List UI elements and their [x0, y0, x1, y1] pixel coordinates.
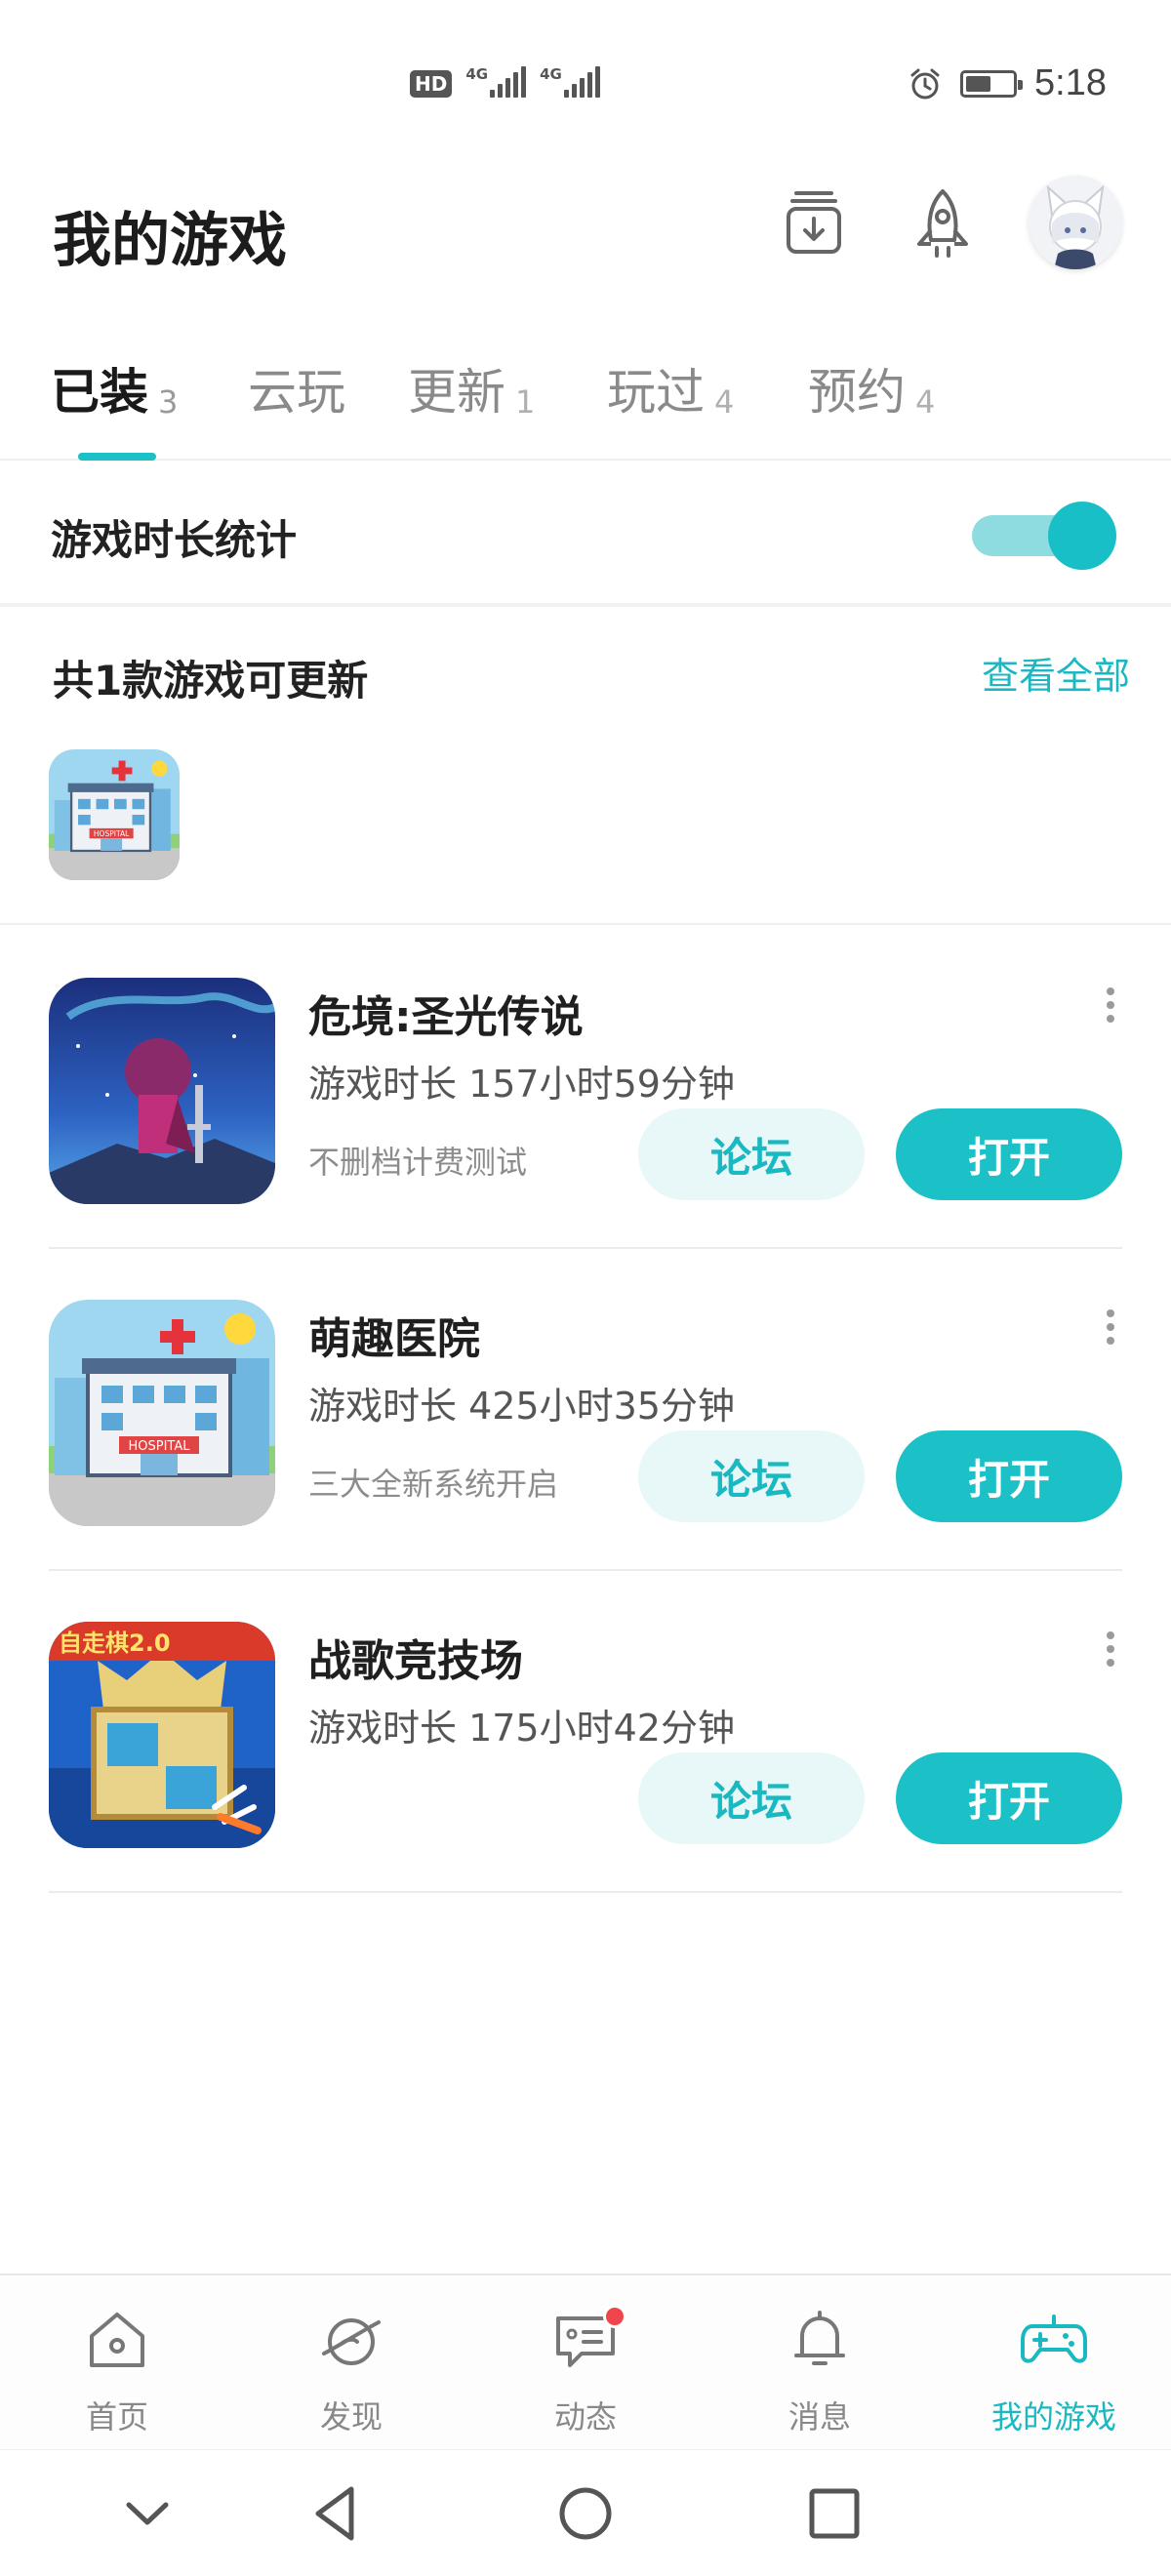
game-list-item[interactable]: HOSPITAL 萌趣医院 游戏时长 425小时35分钟 三大全新系统开启 论坛… [49, 1249, 1122, 1571]
adventure-game-icon [49, 978, 275, 1204]
page-title: 我的游戏 [53, 207, 287, 275]
game-list-item[interactable]: 危境:圣光传说 游戏时长 157小时59分钟 不删档计费测试 论坛 打开 [49, 927, 1122, 1249]
chess-arena-game-icon: 自走棋2.0 [49, 1622, 275, 1848]
nav-label: 我的游戏 [990, 2398, 1116, 2435]
svg-text:HOSPITAL: HOSPITAL [128, 1439, 190, 1454]
tab-played[interactable]: 玩过 4 [607, 351, 734, 453]
tab-label: 预约 [808, 364, 906, 421]
home-circle-icon[interactable] [551, 2479, 620, 2548]
signal-icon [490, 66, 527, 98]
avatar-image [1029, 176, 1122, 269]
nav-label: 动态 [553, 2398, 617, 2435]
nav-item-my-games[interactable]: 我的游戏 [937, 2275, 1171, 2451]
tab-count: 4 [714, 383, 735, 421]
avatar[interactable] [1029, 176, 1122, 269]
tab-updates[interactable]: 更新 1 [408, 351, 535, 453]
open-button[interactable]: 打开 [896, 1108, 1122, 1200]
tab-bar: 已装 3 云玩 更新 1 玩过 4 预约 4 [0, 351, 1171, 461]
hospital-game-icon: HOSPITAL [49, 1300, 275, 1526]
back-triangle-icon[interactable] [303, 2479, 371, 2548]
open-button[interactable]: 打开 [896, 1430, 1122, 1522]
svg-text:HOSPITAL: HOSPITAL [94, 829, 130, 838]
more-options-icon[interactable] [1103, 1630, 1118, 1669]
active-tab-indicator [78, 453, 156, 461]
game-playtime: 游戏时长 425小时35分钟 [308, 1385, 735, 1428]
game-icon[interactable]: 自走棋2.0 [49, 1622, 275, 1848]
tab-count: 3 [158, 383, 179, 421]
bell-icon [794, 2311, 845, 2365]
forum-button[interactable]: 论坛 [638, 1752, 865, 1844]
updates-section: 共1款游戏可更新 查看全部 HOSPITAL [0, 611, 1171, 925]
more-options-icon[interactable] [1103, 986, 1118, 1025]
tab-label: 更新 [408, 364, 505, 421]
recent-apps-square-icon[interactable] [800, 2479, 868, 2548]
game-icon[interactable] [49, 978, 275, 1204]
toggle-knob [1048, 502, 1116, 570]
nav-item-home[interactable]: 首页 [0, 2275, 234, 2451]
game-playtime: 游戏时长 157小时59分钟 [308, 1063, 735, 1106]
network-indicators: HD 4G 4G [410, 66, 600, 98]
status-bar: HD 4G 4G 5:18 [0, 0, 1171, 146]
game-playtime: 游戏时长 175小时42分钟 [308, 1707, 735, 1750]
playtime-stats-toggle[interactable] [972, 502, 1118, 570]
status-right: 5:18 [908, 62, 1107, 104]
hide-keyboard-chevron-icon[interactable] [113, 2479, 182, 2548]
tab-reserved[interactable]: 预约 4 [808, 351, 935, 453]
tab-label: 已装 [51, 364, 148, 421]
tab-count: 4 [915, 383, 936, 421]
nav-item-messages[interactable]: 消息 [703, 2275, 937, 2451]
open-button[interactable]: 打开 [896, 1752, 1122, 1844]
nav-item-feed[interactable]: 动态 [468, 2275, 703, 2451]
game-note: 不删档计费测试 [308, 1144, 528, 1181]
download-manager-icon[interactable] [773, 183, 855, 265]
hospital-game-icon: HOSPITAL [49, 749, 180, 880]
battery-fill [966, 75, 991, 92]
update-game-icon[interactable]: HOSPITAL [49, 749, 180, 880]
nav-item-discover[interactable]: 发现 [234, 2275, 468, 2451]
game-name: 萌趣医院 [308, 1314, 480, 1364]
tab-installed[interactable]: 已装 3 [51, 351, 178, 453]
network-label: 4G [465, 65, 489, 83]
notification-badge [603, 2305, 626, 2328]
tab-label: 玩过 [607, 364, 705, 421]
app-header: 我的游戏 [0, 166, 1171, 293]
updates-title: 共1款游戏可更新 [53, 657, 369, 704]
hd-badge: HD [410, 70, 453, 98]
battery-icon [960, 69, 1024, 98]
gamepad-icon [1021, 2314, 1087, 2363]
signal-icon [563, 66, 600, 98]
alarm-icon [910, 68, 940, 99]
nav-label: 首页 [85, 2398, 148, 2435]
game-icon[interactable]: HOSPITAL [49, 1300, 275, 1526]
system-navigation-bar [0, 2449, 1171, 2576]
view-all-link[interactable]: 查看全部 [982, 646, 1130, 700]
bottom-navigation: 首页 发现 动态 消息 我的游戏 [0, 2274, 1171, 2449]
nav-label: 消息 [787, 2398, 851, 2435]
tab-count: 1 [515, 383, 536, 421]
tab-cloud-play[interactable]: 云玩 [248, 351, 345, 433]
discover-planet-icon [322, 2318, 381, 2365]
rocket-icon[interactable] [902, 183, 984, 265]
signal-2: 4G [540, 66, 600, 98]
game-name: 战歌竞技场 [308, 1636, 523, 1686]
home-icon [90, 2313, 144, 2367]
playtime-stats-row: 游戏时长统计 [0, 461, 1171, 607]
playtime-stats-label: 游戏时长统计 [51, 516, 298, 564]
forum-button[interactable]: 论坛 [638, 1430, 865, 1522]
more-options-icon[interactable] [1103, 1308, 1118, 1347]
game-name: 危境:圣光传说 [308, 992, 584, 1042]
tab-label: 云玩 [248, 364, 345, 421]
svg-text:自走棋2.0: 自走棋2.0 [59, 1630, 171, 1657]
game-list-item[interactable]: 自走棋2.0 战歌竞技场 游戏时长 175小时42分钟 论坛 打开 [49, 1571, 1122, 1893]
forum-button[interactable]: 论坛 [638, 1108, 865, 1200]
nav-label: 发现 [319, 2398, 383, 2435]
clock: 5:18 [1034, 62, 1107, 103]
network-label: 4G [540, 65, 562, 83]
game-note: 三大全新系统开启 [308, 1466, 559, 1503]
signal-1: 4G [465, 65, 527, 98]
